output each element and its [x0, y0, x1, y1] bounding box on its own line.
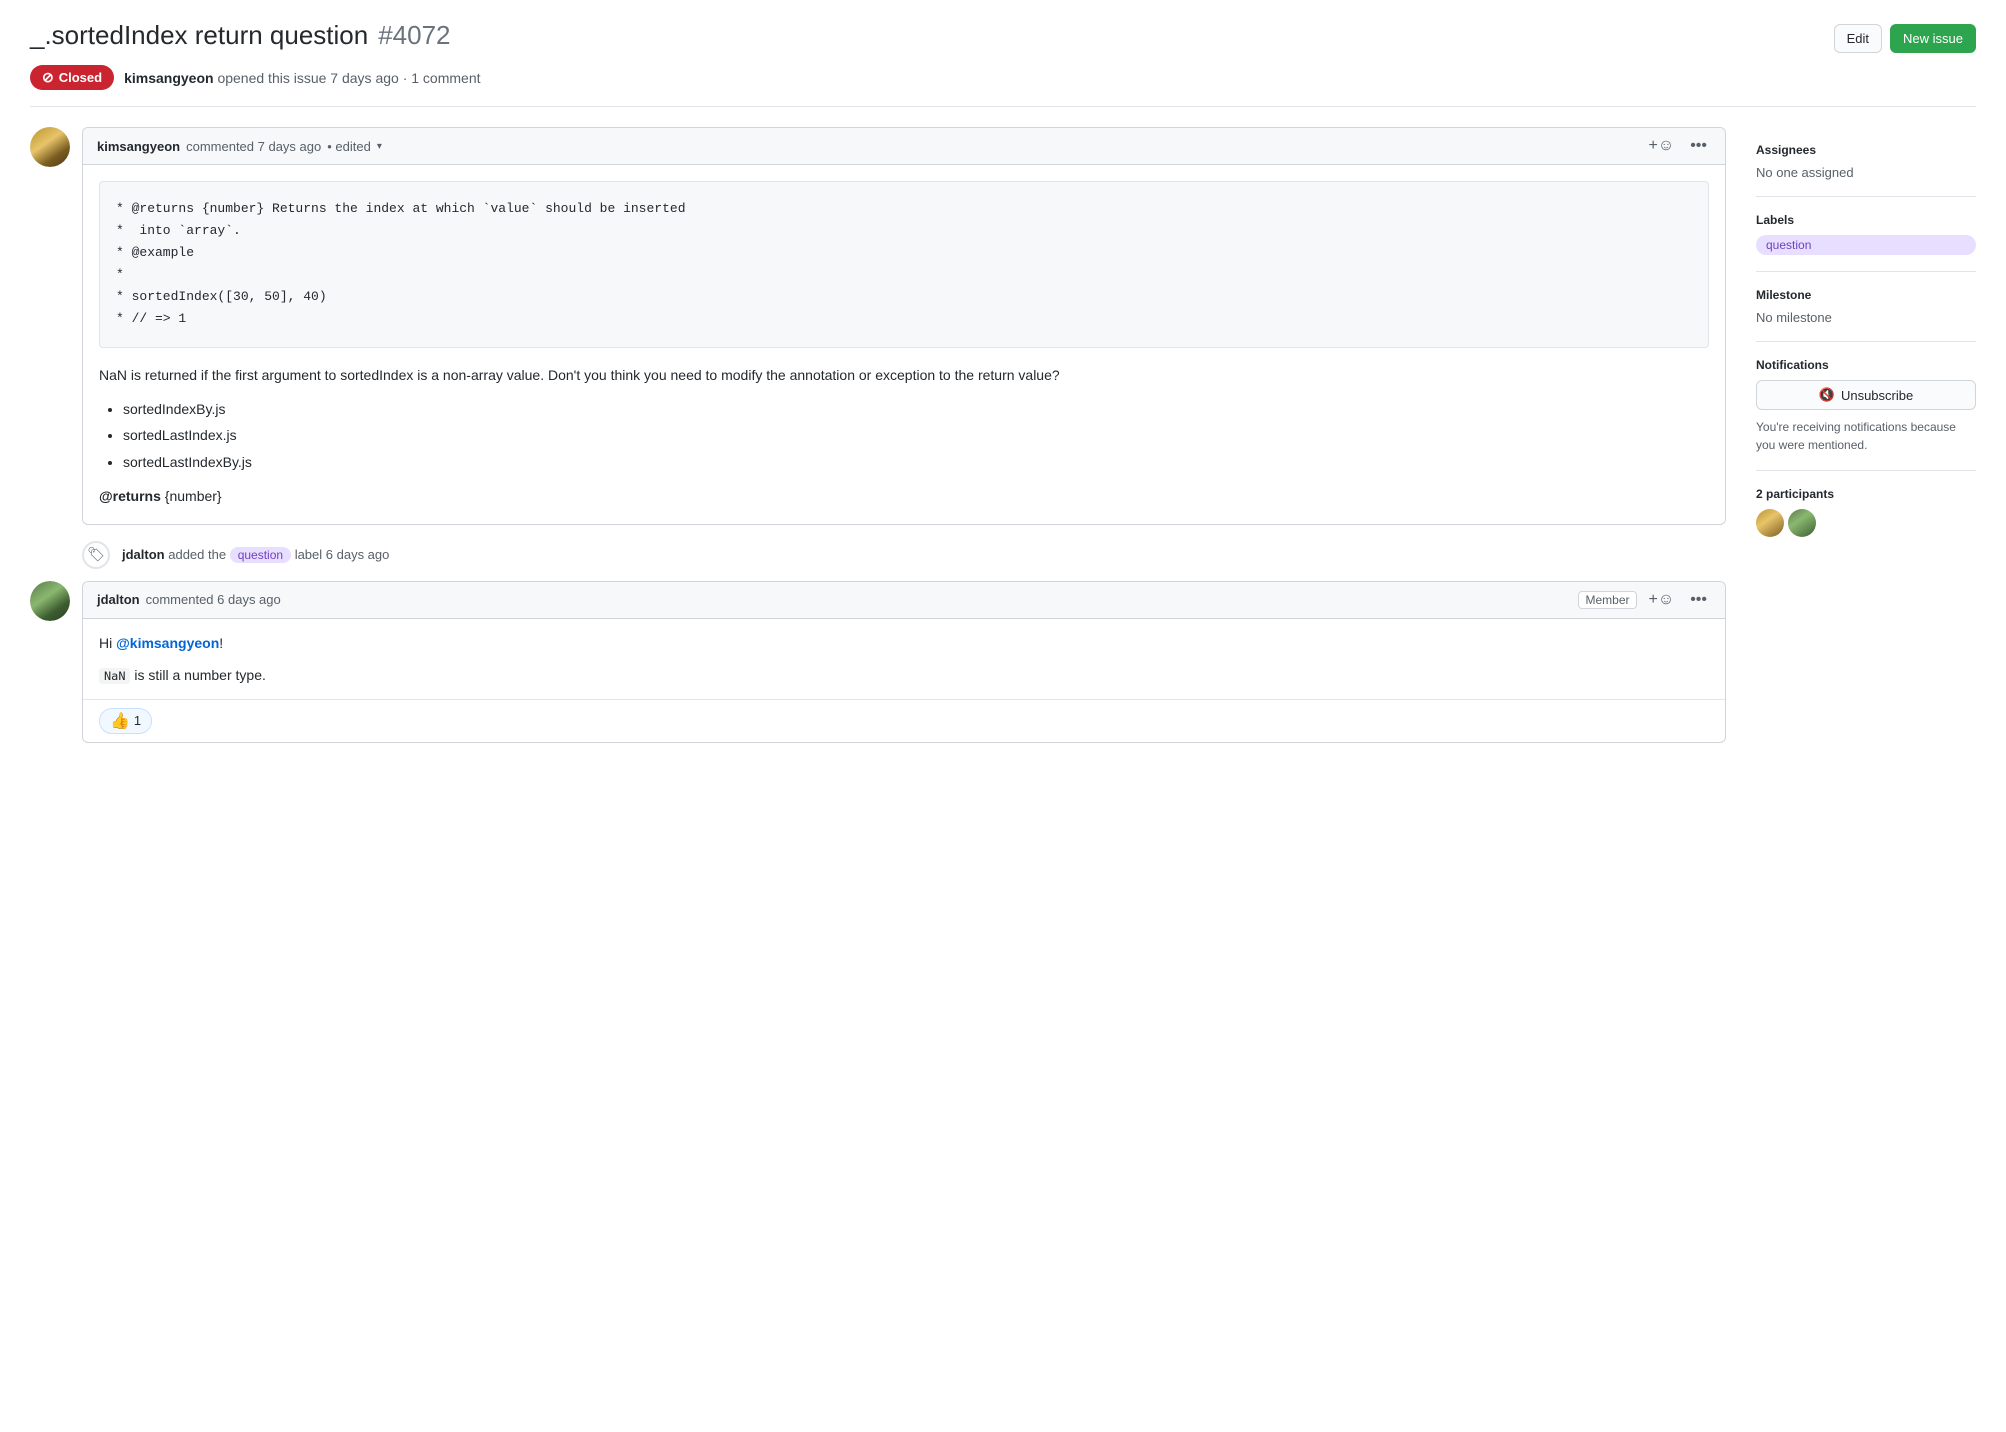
still-text: is still a number type. [134, 667, 266, 683]
status-author: kimsangyeon [124, 70, 213, 86]
status-text: opened this issue 7 days ago · 1 comment [217, 70, 480, 86]
issue-header: _.sortedIndex return question #4072 Edit… [30, 20, 1976, 53]
milestone-section: Milestone No milestone [1756, 272, 1976, 342]
header-buttons: Edit New issue [1834, 24, 1976, 53]
code-block: * @returns {number} Returns the index at… [99, 181, 1709, 348]
participant-avatar-2 [1788, 509, 1816, 537]
status-row: ⊘ Closed kimsangyeon opened this issue 7… [30, 65, 1976, 107]
first-comment-container: kimsangyeon commented 7 days ago • edite… [30, 127, 1726, 525]
event-label-badge: question [230, 547, 291, 563]
greeting-end: ! [219, 635, 223, 651]
second-comment-author: jdalton [97, 592, 140, 607]
first-comment-header: kimsangyeon commented 7 days ago • edite… [83, 128, 1725, 165]
event-text: jdalton added the question label 6 days … [122, 547, 389, 562]
event-suffix: label 6 days ago [295, 547, 390, 562]
returns-line: @returns {number} [99, 485, 1709, 507]
label-tag: question [1756, 235, 1976, 255]
add-emoji-button[interactable]: +☺ [1645, 136, 1679, 156]
second-add-emoji-button[interactable]: +☺ [1645, 590, 1679, 610]
returns-bold: @returns [99, 488, 161, 504]
more-options-button[interactable]: ••• [1686, 136, 1711, 156]
closed-icon: ⊘ [42, 69, 54, 86]
timeline-event: 🏷 jdalton added the question label 6 day… [82, 541, 1726, 569]
first-comment-header-right: +☺ ••• [1645, 136, 1712, 156]
second-comment-box: jdalton commented 6 days ago Member +☺ •… [82, 581, 1726, 743]
event-action: added the [168, 547, 229, 562]
timeline: kimsangyeon commented 7 days ago • edite… [30, 127, 1726, 759]
returns-rest: {number} [165, 488, 222, 504]
unsubscribe-icon: 🔇 [1819, 387, 1835, 403]
reaction-row: 👍 1 [83, 699, 1725, 742]
assignees-value: No one assigned [1756, 165, 1976, 180]
first-comment-edited: • edited [327, 139, 371, 154]
notification-text: You're receiving notifications because y… [1756, 418, 1976, 454]
edit-button[interactable]: Edit [1834, 24, 1882, 53]
first-avatar [30, 127, 70, 167]
bullet-list: sortedIndexBy.js sortedLastIndex.js sort… [99, 398, 1709, 473]
list-item: sortedLastIndex.js [123, 424, 1709, 446]
assignees-section: Assignees No one assigned [1756, 127, 1976, 197]
tag-event-icon: 🏷 [82, 541, 110, 569]
milestone-heading: Milestone [1756, 288, 1976, 302]
greeting: Hi [99, 635, 116, 651]
second-comment-time: commented 6 days ago [146, 592, 281, 607]
status-meta: kimsangyeon opened this issue 7 days ago… [124, 70, 480, 86]
first-comment-body: * @returns {number} Returns the index at… [83, 165, 1725, 524]
unsubscribe-button[interactable]: 🔇 Unsubscribe [1756, 380, 1976, 410]
list-item: sortedLastIndexBy.js [123, 451, 1709, 473]
second-comment-header-right: Member +☺ ••• [1578, 590, 1711, 610]
reaction-count: 1 [134, 713, 141, 728]
labels-section: Labels question [1756, 197, 1976, 272]
participants-heading: 2 participants [1756, 487, 1976, 501]
first-comment-time: commented 7 days ago [186, 139, 321, 154]
event-author: jdalton [122, 547, 165, 562]
milestone-value: No milestone [1756, 310, 1976, 325]
greeting-text: Hi @kimsangyeon! [99, 635, 1709, 651]
thumbsup-reaction[interactable]: 👍 1 [99, 708, 152, 734]
list-item: sortedIndexBy.js [123, 398, 1709, 420]
thumbsup-emoji: 👍 [110, 711, 130, 731]
member-badge: Member [1578, 591, 1636, 609]
closed-badge: ⊘ Closed [30, 65, 114, 90]
participants-avatars [1756, 509, 1976, 537]
first-comment-author: kimsangyeon [97, 139, 180, 154]
first-comment-box: kimsangyeon commented 7 days ago • edite… [82, 127, 1726, 525]
body-text: NaN is returned if the first argument to… [99, 364, 1709, 386]
second-comment-header-left: jdalton commented 6 days ago [97, 592, 281, 607]
sidebar: Assignees No one assigned Labels questio… [1756, 127, 1976, 537]
nan-text: NaN is still a number type. [99, 667, 1709, 683]
second-comment-body: Hi @kimsangyeon! NaN is still a number t… [83, 619, 1725, 699]
notifications-section: Notifications 🔇 Unsubscribe You're recei… [1756, 342, 1976, 471]
notifications-heading: Notifications [1756, 358, 1976, 372]
first-comment-header-left: kimsangyeon commented 7 days ago • edite… [97, 139, 382, 154]
edited-dropdown-arrow[interactable]: ▾ [377, 141, 382, 152]
unsubscribe-label: Unsubscribe [1841, 388, 1913, 403]
issue-title: _.sortedIndex return question [30, 20, 368, 51]
main-layout: kimsangyeon commented 7 days ago • edite… [30, 127, 1976, 759]
participants-section: 2 participants [1756, 471, 1976, 537]
new-issue-button[interactable]: New issue [1890, 24, 1976, 53]
second-comment-container: jdalton commented 6 days ago Member +☺ •… [30, 581, 1726, 743]
assignees-heading: Assignees [1756, 143, 1976, 157]
second-comment-header: jdalton commented 6 days ago Member +☺ •… [83, 582, 1725, 619]
nan-code: NaN [99, 668, 130, 684]
labels-heading: Labels [1756, 213, 1976, 227]
issue-number: #4072 [378, 20, 450, 51]
participant-avatar-1 [1756, 509, 1784, 537]
closed-label: Closed [59, 70, 102, 85]
mention: @kimsangyeon [116, 635, 219, 651]
second-more-options-button[interactable]: ••• [1686, 590, 1711, 610]
second-avatar [30, 581, 70, 621]
issue-title-row: _.sortedIndex return question #4072 [30, 20, 451, 51]
